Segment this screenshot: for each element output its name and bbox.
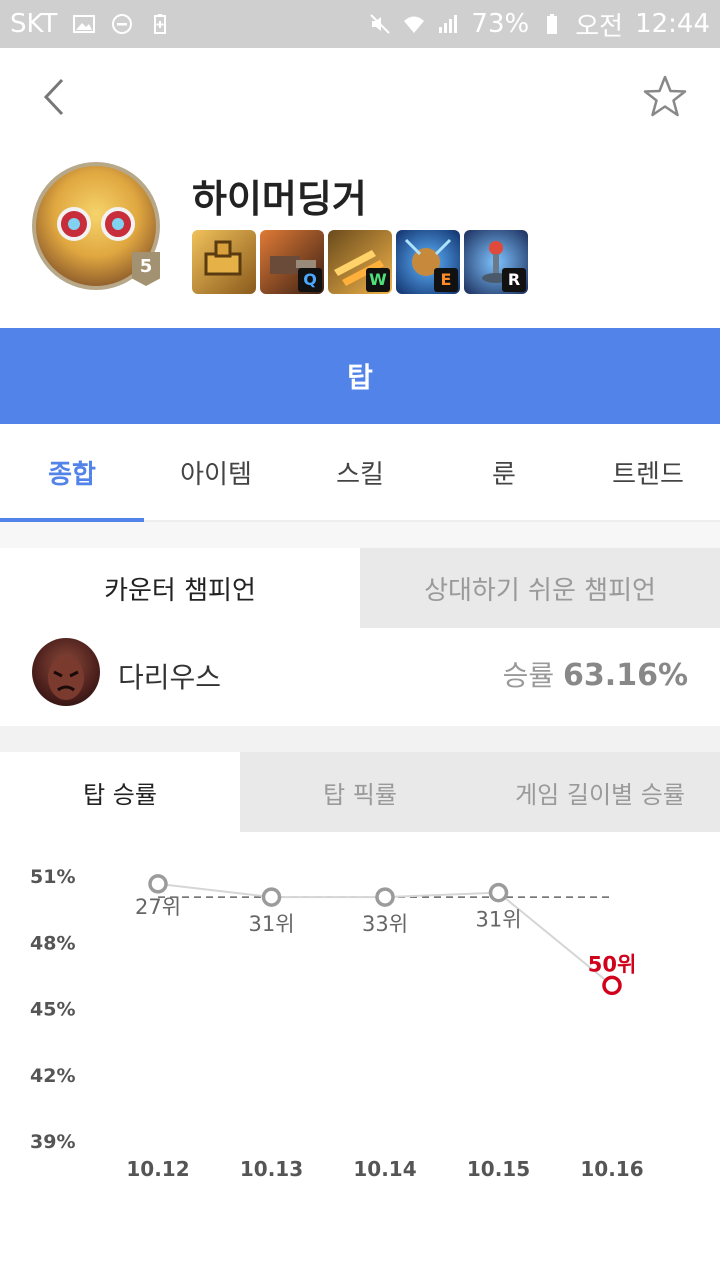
tab-easy-champions[interactable]: 상대하기 쉬운 챔피언 [360,548,720,628]
tab-win-rate-by-length[interactable]: 게임 길이별 승률 [480,752,720,832]
favorite-button[interactable] [640,72,690,122]
data-point [375,887,395,907]
skill-key-e: E [434,268,458,292]
skill-q[interactable]: Q [260,230,324,294]
line-chart: 51% 48% 45% 42% 39% 10.12 10.13 10.14 10.15 10.16… [30,866,644,1181]
tab-counter-champions[interactable]: 카운터 챔피언 [0,548,360,628]
win-rate-label: 승률 [502,659,555,692]
divider [0,522,720,548]
clock: 12:44 [635,9,710,39]
main-tabs: 종합 아이템 스킬 룬 트렌드 [0,424,720,522]
y-tick-label: 51% [30,866,75,888]
chevron-left-icon [43,78,64,116]
x-tick-label: 10.14 [353,1157,416,1181]
rank-label: 50위 [588,952,637,976]
divider [0,726,720,752]
battery-icon [547,14,558,34]
counter-win-rate: 승률 63.16% [503,654,688,694]
darius-portrait-icon [48,656,84,700]
x-tick-label: 10.16 [580,1157,643,1181]
counter-champion-name: 다리우스 [118,661,222,694]
rank-label: 33위 [362,912,408,936]
star-outline-icon [643,75,687,117]
tab-top-pick-rate[interactable]: 탑 픽률 [240,752,480,832]
ampm-label: 오전 [575,11,624,42]
battery-percent: 73% [471,9,530,39]
skill-passive[interactable] [192,230,256,294]
tab-top-win-rate[interactable]: 탑 승률 [0,752,240,832]
skill-w[interactable]: W [328,230,392,294]
champion-header: 5 하이머딩거 Q W E R [0,148,720,328]
win-rate-value: 63.16% [563,658,688,693]
data-point [261,887,282,907]
passive-turret-icon [204,240,242,276]
champion-name: 하이머딩거 [192,177,367,221]
goggles-icon [57,207,135,241]
do-not-disturb-icon [112,14,133,34]
skill-key-r: R [502,268,526,292]
tab-items[interactable]: 아이템 [144,424,288,520]
back-button[interactable] [30,72,80,122]
rank-label: 31위 [475,908,521,932]
x-tick-label: 10.15 [467,1157,530,1181]
top-bar [0,48,720,148]
tab-skills[interactable]: 스킬 [288,424,432,520]
stat-tabs: 탑 승률 탑 픽률 게임 길이별 승률 [0,752,720,832]
tab-trends[interactable]: 트렌드 [576,424,720,520]
skill-list: Q W E R [192,230,528,294]
y-tick-label: 39% [30,1131,75,1153]
level-badge: 5 [132,252,160,286]
rank-label: 27위 [135,895,181,919]
carrier-label: SKT [10,9,58,39]
skill-key-w: W [366,268,390,292]
skill-e[interactable]: E [396,230,460,294]
role-selector[interactable]: 탑 [0,328,720,424]
counter-tabs: 카운터 챔피언 상대하기 쉬운 챔피언 [0,548,720,628]
data-point [602,975,622,996]
skill-key-q: Q [298,268,322,292]
skill-r[interactable]: R [464,230,528,294]
data-point [488,882,509,903]
x-tick-label: 10.12 [126,1157,189,1181]
signal-icon [439,15,458,33]
x-tick-label: 10.13 [240,1157,303,1181]
wifi-icon [404,16,425,33]
y-tick-label: 42% [30,1065,75,1087]
tab-runes[interactable]: 룬 [432,424,576,520]
mute-icon [370,14,391,34]
counter-champion-avatar [32,638,100,706]
status-bar: SKT 73% 오전 12:44 [0,0,720,48]
data-point [148,874,168,894]
counter-row[interactable]: 다리우스 승률 63.16% [0,628,720,726]
battery-saver-icon [154,14,167,34]
tab-overview[interactable]: 종합 [0,424,144,522]
image-icon [73,15,96,33]
rank-label: 31위 [248,912,294,936]
y-tick-label: 48% [30,932,75,954]
y-tick-label: 45% [30,999,75,1021]
win-rate-chart: 51% 48% 45% 42% 39% 10.12 10.13 10.14 10.15 10.16… [0,832,720,1212]
